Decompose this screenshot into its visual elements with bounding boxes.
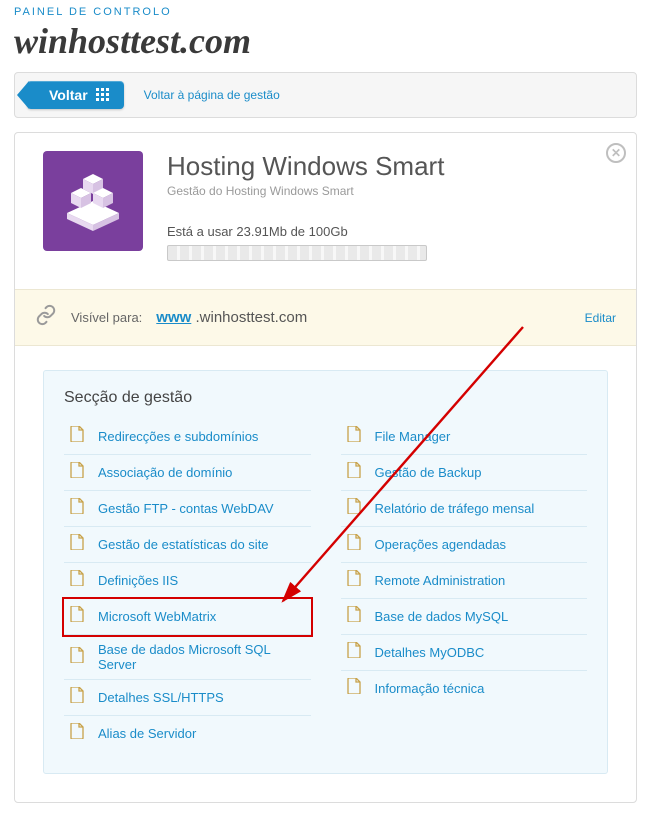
management-link[interactable]: Relatório de tráfego mensal xyxy=(375,501,535,516)
management-col-right: File Manager Gestão de Backup Relatório de… xyxy=(341,419,588,751)
file-icon xyxy=(70,647,84,668)
management-link[interactable]: Microsoft WebMatrix xyxy=(98,609,216,624)
file-icon xyxy=(347,462,361,483)
management-item[interactable]: Informação técnica xyxy=(341,671,588,706)
management-link[interactable]: Definições IIS xyxy=(98,573,178,588)
file-icon xyxy=(70,534,84,555)
management-section: Secção de gestão Redirecções e subdomíni… xyxy=(43,370,608,774)
management-link[interactable]: Alias de Servidor xyxy=(98,726,196,741)
management-col-left: Redirecções e subdomínios Associação de d… xyxy=(64,419,311,751)
file-icon xyxy=(347,426,361,447)
file-icon xyxy=(70,687,84,708)
management-link[interactable]: Informação técnica xyxy=(375,681,485,696)
page-title: winhosttest.com xyxy=(0,20,651,72)
file-icon xyxy=(70,498,84,519)
visible-for-label: Visível para: xyxy=(71,310,142,325)
management-item[interactable]: Detalhes MyODBC xyxy=(341,635,588,671)
close-button[interactable]: ✕ xyxy=(606,143,626,163)
management-link[interactable]: Associação de domínio xyxy=(98,465,232,480)
management-item[interactable]: Base de dados MySQL xyxy=(341,599,588,635)
product-subtitle: Gestão do Hosting Windows Smart xyxy=(167,184,608,198)
management-link[interactable]: Base de dados MySQL xyxy=(375,609,509,624)
file-icon xyxy=(70,426,84,447)
visible-domain-www: www xyxy=(156,309,191,326)
management-item[interactable]: Relatório de tráfego mensal xyxy=(341,491,588,527)
management-item[interactable]: Gestão de Backup xyxy=(341,455,588,491)
file-icon xyxy=(70,606,84,627)
file-icon xyxy=(70,570,84,591)
breadcrumb[interactable]: PAINEL DE CONTROLO xyxy=(0,0,651,20)
management-item[interactable]: File Manager xyxy=(341,419,588,455)
usage-progress-bar xyxy=(167,245,427,261)
management-item[interactable]: Gestão FTP - contas WebDAV xyxy=(64,491,311,527)
management-link[interactable]: Remote Administration xyxy=(375,573,506,588)
file-icon xyxy=(347,570,361,591)
file-icon xyxy=(347,678,361,699)
back-bar: Voltar Voltar à página de gestão xyxy=(14,72,637,118)
file-icon xyxy=(347,642,361,663)
management-item[interactable]: Base de dados Microsoft SQL Server xyxy=(64,635,311,680)
management-link[interactable]: Gestão FTP - contas WebDAV xyxy=(98,501,274,516)
management-item[interactable]: Alias de Servidor xyxy=(64,716,311,751)
file-icon xyxy=(347,606,361,627)
product-title: Hosting Windows Smart xyxy=(167,151,608,182)
file-icon xyxy=(347,498,361,519)
management-link[interactable]: Operações agendadas xyxy=(375,537,507,552)
grid-icon xyxy=(96,88,110,102)
edit-link[interactable]: Editar xyxy=(585,311,616,325)
hosting-icon xyxy=(43,151,143,251)
visible-domain-link[interactable]: www .winhosttest.com xyxy=(156,309,307,326)
management-item[interactable]: Microsoft WebMatrix xyxy=(64,599,311,635)
management-link[interactable]: File Manager xyxy=(375,429,451,444)
file-icon xyxy=(347,534,361,555)
management-link[interactable]: Detalhes MyODBC xyxy=(375,645,485,660)
management-item[interactable]: Detalhes SSL/HTTPS xyxy=(64,680,311,716)
usage-text: Está a usar 23.91Mb de 100Gb xyxy=(167,224,608,239)
management-item[interactable]: Operações agendadas xyxy=(341,527,588,563)
visible-domain-rest: .winhosttest.com xyxy=(191,309,307,326)
management-item[interactable]: Gestão de estatísticas do site xyxy=(64,527,311,563)
management-link[interactable]: Gestão de estatísticas do site xyxy=(98,537,269,552)
management-title: Secção de gestão xyxy=(64,389,587,407)
link-icon xyxy=(35,304,57,331)
management-link[interactable]: Base de dados Microsoft SQL Server xyxy=(98,642,305,672)
back-button[interactable]: Voltar xyxy=(27,81,124,109)
visible-for-bar: Visível para: www .winhosttest.com Edita… xyxy=(15,289,636,346)
back-button-label: Voltar xyxy=(49,87,88,103)
management-item[interactable]: Redirecções e subdomínios xyxy=(64,419,311,455)
management-item[interactable]: Definições IIS xyxy=(64,563,311,599)
management-link[interactable]: Detalhes SSL/HTTPS xyxy=(98,690,224,705)
close-icon: ✕ xyxy=(611,146,621,160)
management-item[interactable]: Associação de domínio xyxy=(64,455,311,491)
management-item[interactable]: Remote Administration xyxy=(341,563,588,599)
main-card: ✕ xyxy=(14,132,637,803)
management-link[interactable]: Redirecções e subdomínios xyxy=(98,429,258,444)
file-icon xyxy=(70,462,84,483)
management-link[interactable]: Gestão de Backup xyxy=(375,465,482,480)
back-to-management-link[interactable]: Voltar à página de gestão xyxy=(144,88,280,102)
card-header: Hosting Windows Smart Gestão do Hosting … xyxy=(15,133,636,289)
file-icon xyxy=(70,723,84,744)
